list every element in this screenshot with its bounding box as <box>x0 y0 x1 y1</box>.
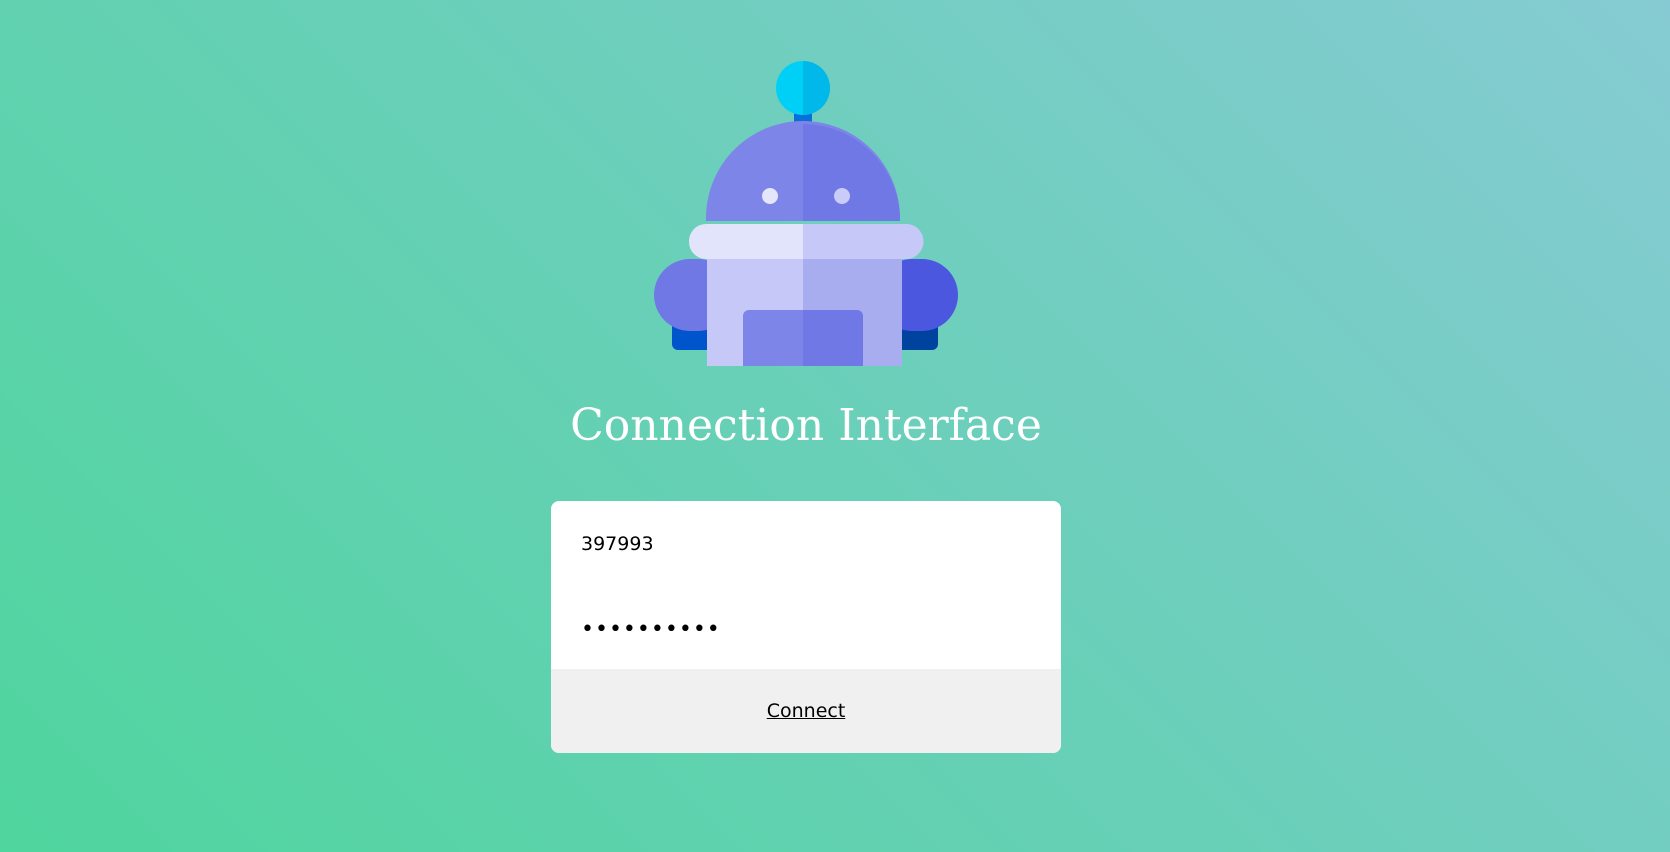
robot-chest-panel <box>743 310 803 366</box>
username-field[interactable] <box>581 524 1031 564</box>
page-title: Connection Interface <box>570 400 1042 451</box>
password-field[interactable] <box>581 609 1031 649</box>
connect-button[interactable]: Connect <box>551 669 1061 753</box>
robot-right-eye <box>834 188 850 204</box>
connect-button-label: Connect <box>766 700 846 722</box>
login-card: Connect <box>551 501 1061 753</box>
robot-icon <box>654 58 958 366</box>
robot-left-eye <box>762 188 778 204</box>
robot-logo-svg <box>654 61 958 366</box>
